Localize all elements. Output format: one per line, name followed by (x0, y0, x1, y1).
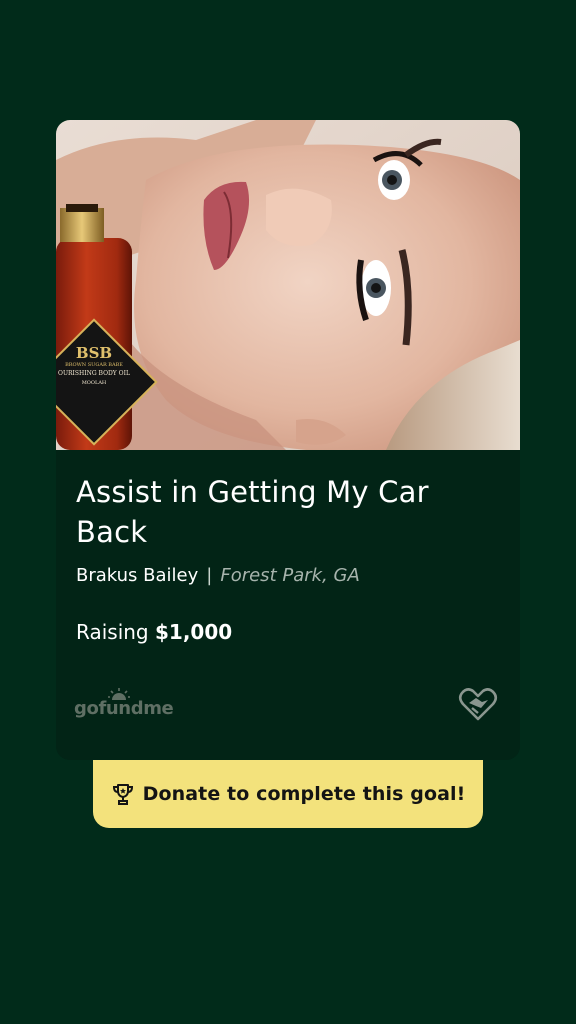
product-name: OURISHING BODY OIL (58, 370, 130, 377)
handshake-heart-icon (458, 688, 498, 721)
donate-button-label: Donate to complete this goal! (142, 783, 466, 805)
gofundme-wordmark: gofundme (74, 698, 174, 719)
campaign-title[interactable]: Assist in Getting My Car Back (76, 472, 496, 552)
campaign-photo: BSB BROWN SUGAR BABE OURISHING BODY OIL … (56, 120, 520, 450)
goal-row: Raising $1,000 (76, 618, 232, 646)
goal-amount: $1,000 (154, 620, 233, 644)
organizer-name: Brakus Bailey (76, 565, 199, 586)
gofundme-logo: gofundme (74, 688, 178, 724)
donate-button[interactable]: Donate to complete this goal! (93, 760, 483, 828)
campaign-location: Forest Park, GA (220, 565, 360, 586)
raising-label: Raising (76, 620, 149, 644)
product-logo: BSB (75, 344, 113, 362)
campaign-card[interactable]: BSB BROWN SUGAR BABE OURISHING BODY OIL … (56, 120, 520, 760)
product-brand: BROWN SUGAR BABE (65, 362, 123, 368)
trophy-icon (112, 784, 133, 805)
campaign-info: Assist in Getting My Car Back Brakus Bai… (56, 450, 520, 760)
product-label: BSB BROWN SUGAR BABE OURISHING BODY OIL … (56, 344, 132, 424)
product-scent: MOOLAH (81, 380, 107, 386)
separator: | (206, 565, 213, 586)
organizer-row: Brakus Bailey | Forest Park, GA (76, 564, 360, 588)
